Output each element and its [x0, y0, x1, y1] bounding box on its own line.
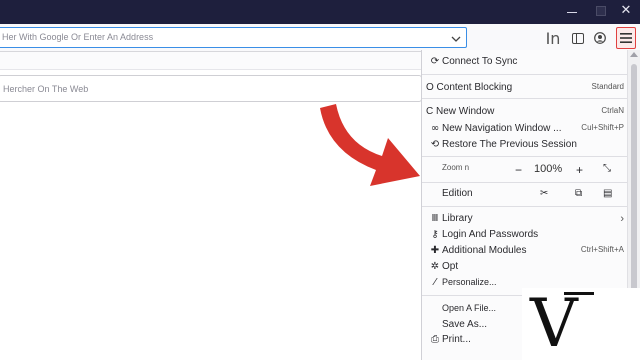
title-bar: ✕: [0, 0, 640, 24]
restore-session-icon: ⟲: [430, 139, 440, 150]
menu-separator: [422, 156, 628, 157]
zoom-in-button[interactable]: +: [576, 163, 583, 177]
zoom-out-button[interactable]: −: [515, 163, 522, 177]
page-header-strip: [0, 52, 422, 70]
sync-icon: ⟳: [430, 56, 440, 67]
shortcut-label: CtrlaN: [601, 106, 624, 115]
paste-icon[interactable]: ▤: [603, 188, 612, 199]
account-icon[interactable]: [593, 28, 607, 48]
gear-icon: ✲: [430, 261, 440, 272]
menu-separator: [422, 182, 628, 183]
copy-icon[interactable]: ⧉: [575, 188, 582, 199]
menu-separator: [422, 98, 628, 99]
menu-item-label: Connect To Sync: [442, 56, 518, 67]
menu-item-label: New Navigation Window ...: [442, 123, 562, 134]
close-button[interactable]: ✕: [618, 2, 634, 20]
menu-item-label: C New Window: [426, 106, 495, 117]
menu-item-label: Zoom n: [442, 163, 470, 172]
scroll-thumb[interactable]: [631, 64, 637, 314]
menu-item-label: Open A File...: [442, 303, 497, 313]
url-bar[interactable]: Her With Google Or Enter An Address: [0, 27, 467, 48]
menu-item-label: Login And Passwords: [442, 229, 539, 240]
hamburger-menu-button[interactable]: [616, 27, 636, 49]
status-badge: Standard: [591, 82, 624, 91]
key-icon: ⚷: [431, 229, 439, 240]
menu-item-label: Edition: [442, 188, 473, 199]
menu-item-label: Restore The Previous Session: [442, 139, 577, 150]
customize-icon: ⁄: [434, 277, 436, 288]
fullscreen-icon[interactable]: ⤡: [603, 163, 611, 174]
cut-icon[interactable]: ✂: [540, 188, 548, 199]
maximize-button[interactable]: [596, 6, 606, 16]
shortcut-label: Ctrl+Shift+A: [580, 245, 624, 254]
puzzle-icon: ✚: [430, 245, 440, 256]
minimize-button[interactable]: [565, 4, 579, 18]
search-placeholder[interactable]: Hercher On The Web: [3, 84, 88, 94]
hamburger-icon: [620, 33, 632, 43]
menu-item-label: O Content Blocking: [426, 82, 513, 93]
logo-letter: V: [530, 285, 578, 360]
watermark-logo: V: [522, 288, 640, 360]
zoom-level[interactable]: 100%: [534, 163, 562, 175]
menu-item-label: Library: [442, 213, 473, 224]
menu-item-label: Print...: [442, 334, 471, 345]
url-placeholder[interactable]: Her With Google Or Enter An Address: [2, 32, 153, 42]
menu-item-label: Additional Modules: [442, 245, 527, 256]
scroll-up-icon[interactable]: [630, 52, 638, 57]
shortcut-label: Cul+Shift+P: [581, 123, 624, 132]
print-icon: ⎙: [431, 334, 439, 345]
menu-item-label: Opt: [442, 261, 459, 272]
private-window-icon: ∞: [430, 123, 440, 134]
chevron-right-icon: ›: [620, 213, 624, 225]
menu-item-label: Save As...: [442, 319, 488, 330]
pointer-arrow-icon: [320, 104, 420, 186]
web-search-box[interactable]: Hercher On The Web: [0, 75, 422, 102]
library-icon[interactable]: In: [543, 28, 563, 48]
library-icon: Ⅲ: [431, 213, 439, 224]
sidebar-icon[interactable]: [571, 28, 585, 48]
chevron-down-icon[interactable]: [450, 33, 462, 45]
menu-item-label: Personalize...: [442, 277, 497, 287]
menu-separator: [422, 206, 628, 207]
menu-separator: [422, 74, 628, 75]
